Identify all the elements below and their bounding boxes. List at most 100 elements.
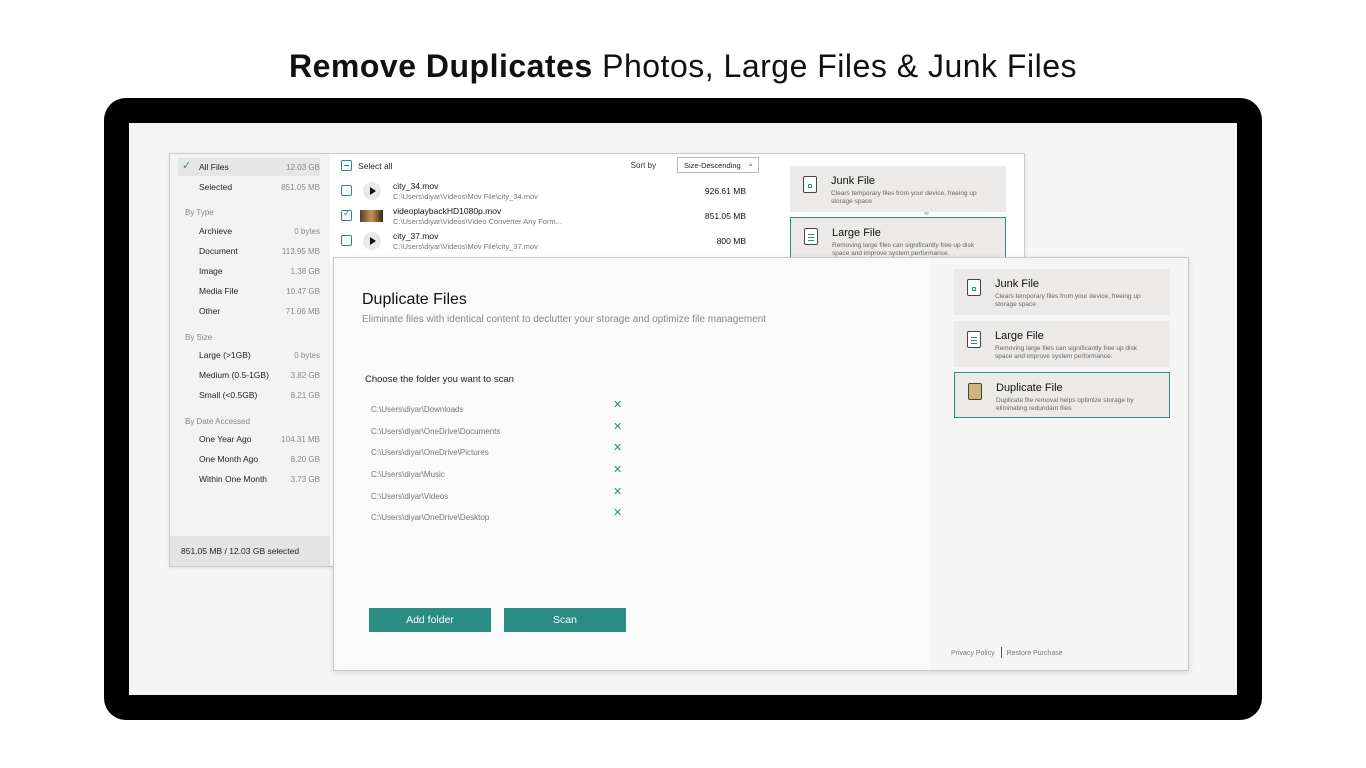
sort-select-value: Size-Descending — [684, 161, 741, 170]
card-title: Duplicate File — [996, 382, 1063, 394]
play-icon — [363, 182, 381, 200]
file-row[interactable]: videoplaybackHD1080p.mov C:\Users\diyar\… — [336, 204, 766, 229]
headline-rest: Photos, Large Files & Junk Files — [602, 48, 1077, 84]
card-title: Junk File — [995, 278, 1040, 290]
sidebar-item-size: 0 bytes — [294, 226, 320, 236]
chevron-down-icon: ⌄ — [747, 159, 754, 168]
sidebar-item-small[interactable]: Small (<0.5GB) 8.21 GB — [178, 386, 320, 404]
file-row[interactable]: city_34.mov C:\Users\diyar\Videos\Mov Fi… — [336, 179, 766, 204]
card-title: Large File — [995, 330, 1044, 342]
sidebar-item-label: Other — [199, 306, 221, 316]
remove-folder-icon[interactable]: ✕ — [613, 463, 622, 476]
sidebar-item-label: Within One Month — [199, 474, 268, 484]
folder-item: C:\Users\diyar\Downloads ✕ — [371, 398, 631, 414]
card-title: Junk File — [831, 175, 876, 187]
folder-item: C:\Users\diyar\OneDrive\Desktop ✕ — [371, 506, 631, 522]
sidebar-item-label: Document — [199, 246, 238, 256]
sidebar-item-within-one-month[interactable]: Within One Month 3.73 GB — [178, 470, 320, 488]
sidebar-item-size: 113.95 MB — [281, 246, 320, 256]
sidebar-item-label: Small (<0.5GB) — [199, 390, 258, 400]
sidebar-item-label: Image — [199, 266, 223, 276]
file-size: 926.61 MB — [704, 186, 746, 196]
check-icon: ✓ — [182, 160, 192, 172]
file-checkbox[interactable] — [341, 208, 352, 221]
page-subtitle: Eliminate files with identical content t… — [362, 314, 767, 325]
sidebar-item-image[interactable]: Image 1.38 GB — [178, 262, 320, 280]
junk-file-card[interactable]: Junk File Clears temporary files from yo… — [954, 269, 1170, 315]
scan-button[interactable]: Scan — [504, 608, 626, 632]
remove-folder-icon[interactable]: ✕ — [613, 398, 622, 411]
folder-item: C:\Users\diyar\Music ✕ — [371, 463, 631, 479]
headline-bold: Remove Duplicates — [289, 48, 593, 84]
file-checkbox[interactable] — [341, 185, 352, 196]
sidebar-heading-by-date: By Date Accessed — [185, 417, 250, 426]
large-file-card[interactable]: Large File Removing large files can sign… — [954, 321, 1170, 367]
folder-item: C:\Users\diyar\Videos ✕ — [371, 485, 631, 501]
screen: ✓ All Files 12.03 GB Selected 851.05 MB … — [129, 123, 1237, 695]
card-description: Clears temporary files from your device,… — [831, 190, 977, 205]
sidebar-item-one-month-ago[interactable]: One Month Ago 8.20 GB — [178, 450, 320, 468]
folder-path: C:\Users\diyar\OneDrive\Documents — [371, 427, 501, 436]
privacy-policy-link[interactable]: Privacy Policy — [951, 650, 995, 657]
sidebar: ✓ All Files 12.03 GB Selected 851.05 MB … — [170, 154, 330, 566]
remove-folder-icon[interactable]: ✕ — [613, 485, 622, 498]
sidebar-item-label: Selected — [199, 182, 233, 192]
sidebar-item-one-year-ago[interactable]: One Year Ago 104.31 MB — [178, 430, 320, 448]
add-folder-button[interactable]: Add folder — [369, 608, 491, 632]
file-size: 800 MB — [716, 236, 746, 246]
remove-folder-icon[interactable]: ✕ — [613, 506, 622, 519]
sidebar-item-archieve[interactable]: Archieve 0 bytes — [178, 222, 320, 240]
large-file-icon — [804, 228, 818, 245]
sidebar-item-media-file[interactable]: Media File 10.47 GB — [178, 282, 320, 300]
sidebar-item-size: 851.05 MB — [281, 182, 320, 192]
sort-select[interactable]: Size-Descending ⌄ — [677, 157, 759, 173]
remove-folder-icon[interactable]: ✕ — [613, 441, 622, 454]
remove-folder-icon[interactable]: ✕ — [613, 420, 622, 433]
sidebar-item-all-files[interactable]: ✓ All Files 12.03 GB — [178, 158, 320, 176]
sidebar-item-label: One Year Ago — [199, 434, 252, 444]
select-all-checkbox[interactable]: Select all — [341, 160, 393, 171]
sidebar-item-label: Media File — [199, 286, 239, 296]
file-name: city_37.mov — [393, 231, 439, 241]
video-thumbnail — [360, 210, 383, 222]
sidebar-item-size: 3.73 GB — [290, 474, 320, 484]
sidebar-item-medium[interactable]: Medium (0.5-1GB) 3.82 GB — [178, 366, 320, 384]
sidebar-item-size: 10.47 GB — [286, 286, 320, 296]
link-separator — [1000, 647, 1002, 658]
sidebar-item-size: 8.21 GB — [290, 390, 320, 400]
file-path: C:\Users\diyar\Videos\Mov File\city_37.m… — [393, 242, 538, 251]
selection-status: 851.05 MB / 12.03 GB selected — [170, 536, 330, 566]
sidebar-item-other[interactable]: Other 71.06 MB — [178, 302, 320, 320]
sidebar-item-size: 1.38 GB — [290, 266, 320, 276]
page-title: Duplicate Files — [362, 291, 467, 308]
file-checkbox[interactable] — [341, 235, 352, 246]
headline: Remove Duplicates Photos, Large Files & … — [0, 48, 1366, 85]
restore-purchase-link[interactable]: Restore Purchase — [1007, 650, 1063, 657]
file-row[interactable]: city_37.mov C:\Users\diyar\Videos\Mov Fi… — [336, 229, 766, 254]
sidebar-item-size: 8.20 GB — [290, 454, 320, 464]
sidebar-item-selected[interactable]: Selected 851.05 MB — [178, 178, 320, 196]
junk-file-icon — [803, 176, 817, 193]
sidebar-item-size: 104.31 MB — [281, 434, 320, 444]
sidebar-item-label: Medium (0.5-1GB) — [199, 370, 269, 380]
sidebar-item-size: 71.06 MB — [285, 306, 320, 316]
junk-file-icon — [967, 279, 981, 296]
sidebar-item-label: One Month Ago — [199, 454, 259, 464]
folder-item: C:\Users\diyar\OneDrive\Pictures ✕ — [371, 441, 631, 457]
sidebar-item-label: Large (>1GB) — [199, 350, 251, 360]
main-panel: Duplicate Files Eliminate files with ide… — [334, 258, 930, 670]
sidebar-item-document[interactable]: Document 113.95 MB — [178, 242, 320, 260]
folder-path: C:\Users\diyar\OneDrive\Pictures — [371, 448, 489, 457]
card-description: Removing large files can significantly f… — [995, 345, 1137, 360]
sidebar-item-size: 0 bytes — [294, 350, 320, 360]
sidebar-item-size: 12.03 GB — [286, 162, 320, 172]
feature-panel: Junk File Clears temporary files from yo… — [784, 154, 1024, 263]
card-description: Removing large files can significantly f… — [832, 242, 974, 257]
duplicate-file-card[interactable]: Duplicate File Duplicate file removal he… — [954, 372, 1170, 418]
file-path: C:\Users\diyar\Videos\Mov File\city_34.m… — [393, 192, 538, 201]
card-title: Large File — [832, 227, 881, 239]
sidebar-item-label: All Files — [199, 162, 229, 172]
sidebar-item-large[interactable]: Large (>1GB) 0 bytes — [178, 346, 320, 364]
folder-path: C:\Users\diyar\Music — [371, 470, 445, 479]
junk-file-card[interactable]: Junk File Clears temporary files from yo… — [790, 166, 1006, 212]
